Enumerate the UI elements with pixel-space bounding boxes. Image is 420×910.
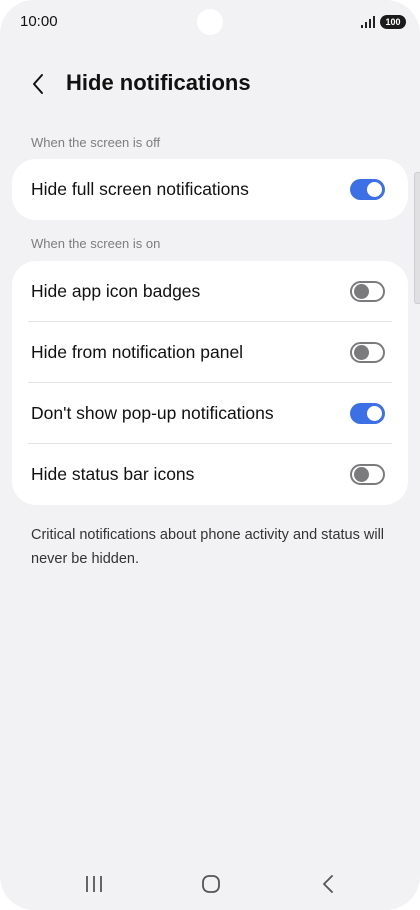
toggle-knob — [354, 345, 369, 360]
toggle-knob — [367, 406, 382, 421]
setting-row-app-icon-badges[interactable]: Hide app icon badges — [12, 261, 408, 322]
signal-bars-icon — [361, 16, 375, 28]
camera-cutout — [197, 9, 223, 35]
status-time: 10:00 — [20, 13, 58, 30]
toggle-switch[interactable] — [350, 342, 385, 363]
page-title: Hide notifications — [66, 70, 251, 95]
toggle-knob — [354, 284, 369, 299]
scrollbar[interactable] — [414, 172, 420, 304]
setting-label: Hide full screen notifications — [31, 179, 249, 199]
app-header: Hide notifications — [0, 60, 420, 108]
setting-label: Don't show pop-up notifications — [31, 403, 274, 423]
toggle-switch[interactable] — [350, 179, 385, 200]
home-icon — [202, 875, 220, 893]
setting-label: Hide from notification panel — [31, 342, 244, 362]
section-label-screen-off: When the screen is off — [31, 135, 161, 150]
chevron-left-icon — [33, 74, 43, 94]
toggle-knob — [367, 182, 382, 197]
setting-label: Hide status bar icons — [31, 464, 195, 484]
recents-icon — [86, 876, 102, 892]
recents-button[interactable] — [82, 872, 106, 896]
toggle-switch[interactable] — [350, 403, 385, 424]
setting-row-status-bar-icons[interactable]: Hide status bar icons — [12, 444, 408, 505]
nav-back-button[interactable] — [316, 872, 340, 896]
toggle-switch[interactable] — [350, 464, 385, 485]
battery-indicator: 100 — [380, 15, 406, 29]
section-label-screen-on: When the screen is on — [31, 236, 161, 251]
setting-row-popup-notifications[interactable]: Don't show pop-up notifications — [12, 383, 408, 444]
back-button[interactable] — [22, 68, 54, 100]
setting-row-hide-full-screen[interactable]: Hide full screen notifications — [12, 159, 408, 220]
settings-card-screen-on: Hide app icon badges Hide from notificat… — [12, 261, 408, 505]
setting-label: Hide app icon badges — [31, 281, 201, 301]
footnote-text: Critical notifications about phone activ… — [31, 527, 385, 567]
settings-card-screen-off: Hide full screen notifications — [12, 159, 408, 220]
home-button[interactable] — [199, 872, 223, 896]
status-bar: 10:00 100 — [0, 0, 420, 44]
navigation-bar — [0, 860, 420, 908]
setting-row-notification-panel[interactable]: Hide from notification panel — [12, 322, 408, 383]
toggle-switch[interactable] — [350, 281, 385, 302]
phone-screen: 10:00 100 Hide notifications When the sc… — [0, 0, 420, 910]
toggle-knob — [354, 467, 369, 482]
back-icon — [323, 875, 333, 893]
